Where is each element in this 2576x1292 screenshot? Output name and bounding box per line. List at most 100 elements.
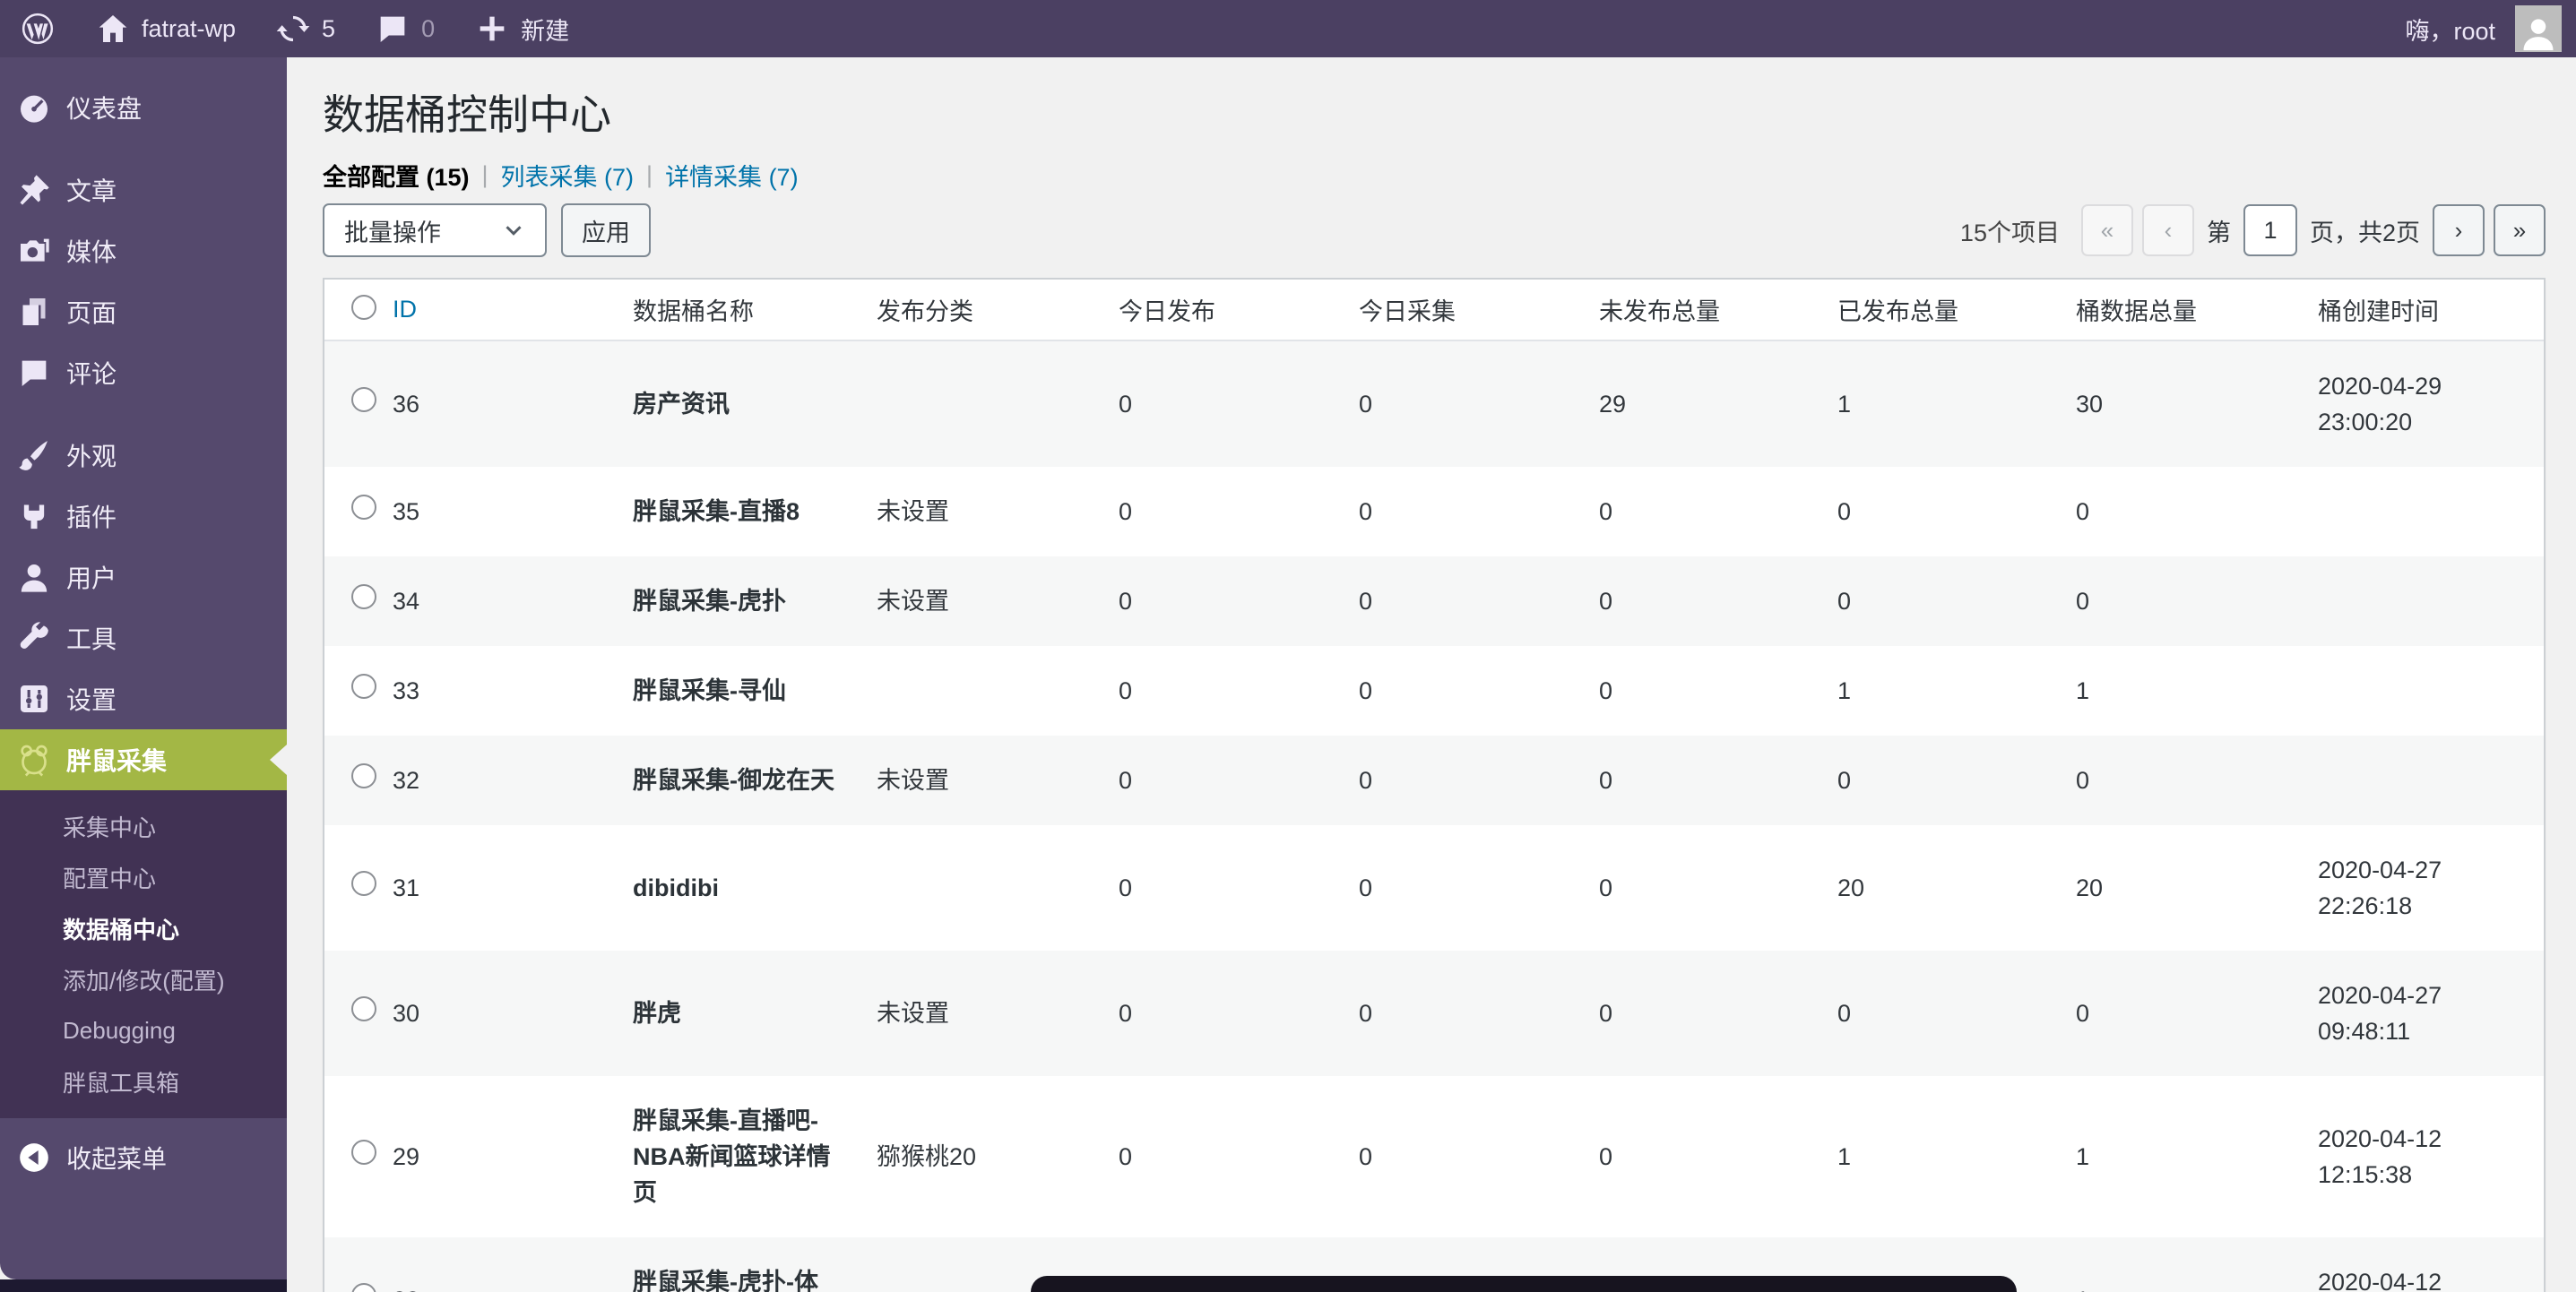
cell-name[interactable]: 胖虎 bbox=[615, 951, 859, 1076]
row-checkbox[interactable] bbox=[351, 996, 376, 1021]
chevron-down-icon bbox=[500, 217, 527, 244]
cell-id: 31 bbox=[375, 825, 615, 951]
cell-name[interactable]: 胖鼠采集-虎扑 bbox=[615, 556, 859, 646]
submenu-item-0[interactable]: 采集中心 bbox=[0, 801, 287, 852]
cell-total: 1 bbox=[2058, 1237, 2300, 1292]
items-count: 15个项目 bbox=[1960, 213, 2060, 248]
table-row-34: 34胖鼠采集-虎扑未设置00000 bbox=[324, 556, 2544, 646]
select-all-checkbox[interactable] bbox=[351, 295, 376, 320]
sidebar-item-4[interactable]: 评论 bbox=[0, 342, 287, 403]
media-icon bbox=[16, 233, 52, 269]
cell-total: 0 bbox=[2058, 951, 2300, 1076]
sidebar-item-5[interactable]: 外观 bbox=[0, 425, 287, 486]
new-label: 新建 bbox=[521, 12, 569, 47]
site-name-link[interactable]: fatrat-wp bbox=[75, 0, 255, 57]
current-page-input[interactable] bbox=[2243, 204, 2297, 256]
cell-unpublished: 0 bbox=[1581, 825, 1820, 951]
account-menu[interactable]: 嗨，root bbox=[2385, 0, 2501, 57]
cell-created: 2020-04-12 12:15:38 bbox=[2300, 1237, 2544, 1292]
page-title: 数据桶控制中心 bbox=[323, 82, 611, 142]
first-page-button[interactable]: « bbox=[2081, 204, 2133, 256]
sidebar-item-3[interactable]: 页面 bbox=[0, 281, 287, 342]
submenu-item-2[interactable]: 数据桶中心 bbox=[0, 903, 287, 954]
site-name: fatrat-wp bbox=[142, 15, 236, 43]
filter-link-1[interactable]: 列表采集 (7) bbox=[501, 158, 635, 193]
table-row-32: 32胖鼠采集-御龙在天未设置00000 bbox=[324, 736, 2544, 825]
cell-unpublished: 0 bbox=[1581, 736, 1820, 825]
bulk-actions-label: 批量操作 bbox=[344, 213, 441, 248]
cell-name[interactable]: 胖鼠采集-直播8 bbox=[615, 467, 859, 556]
column-header-today-collect: 今日采集 bbox=[1341, 280, 1581, 340]
cell-name[interactable]: 房产资讯 bbox=[615, 340, 859, 467]
filter-link-0[interactable]: 全部配置 (15) bbox=[323, 158, 470, 193]
row-checkbox[interactable] bbox=[351, 584, 376, 609]
bulk-actions-select[interactable]: 批量操作 bbox=[323, 203, 547, 257]
sidebar-item-6[interactable]: 插件 bbox=[0, 486, 287, 547]
row-checkbox[interactable] bbox=[351, 495, 376, 520]
row-checkbox[interactable] bbox=[351, 763, 376, 788]
cell-published: 1 bbox=[1820, 646, 2058, 736]
row-checkbox[interactable] bbox=[351, 1283, 376, 1292]
cell-published: 0 bbox=[1820, 556, 2058, 646]
column-header-published: 已发布总量 bbox=[1820, 280, 2058, 340]
cell-today_publish: 0 bbox=[1101, 825, 1341, 951]
column-header-unpublished: 未发布总量 bbox=[1581, 280, 1820, 340]
prev-page-button[interactable]: ‹ bbox=[2142, 204, 2194, 256]
cell-published: 1 bbox=[1820, 340, 2058, 467]
cell-name[interactable]: 胖鼠采集-御龙在天 bbox=[615, 736, 859, 825]
cell-today_publish: 0 bbox=[1101, 1076, 1341, 1237]
row-checkbox[interactable] bbox=[351, 674, 376, 699]
cell-today_collect: 0 bbox=[1341, 340, 1581, 467]
updates-count: 5 bbox=[322, 15, 335, 43]
cell-published: 1 bbox=[1820, 1076, 2058, 1237]
sidebar-item-8[interactable]: 工具 bbox=[0, 607, 287, 668]
filter-link-2[interactable]: 详情采集 (7) bbox=[665, 158, 799, 193]
submenu-item-1[interactable]: 配置中心 bbox=[0, 852, 287, 903]
cell-unpublished: 0 bbox=[1581, 467, 1820, 556]
cell-unpublished: 29 bbox=[1581, 340, 1820, 467]
wordpress-menu[interactable] bbox=[0, 0, 75, 57]
sidebar-item-fatrat-plugin[interactable]: 胖鼠采集 bbox=[0, 729, 287, 790]
table-row-30: 30胖虎未设置000002020-04-27 09:48:11 bbox=[324, 951, 2544, 1076]
column-header-name: 数据桶名称 bbox=[615, 280, 859, 340]
cell-today_publish: 0 bbox=[1101, 646, 1341, 736]
new-content-button[interactable]: 新建 bbox=[454, 0, 589, 57]
submenu-item-3[interactable]: 添加/修改(配置) bbox=[0, 954, 287, 1005]
submenu-item-5[interactable]: 胖鼠工具箱 bbox=[0, 1056, 287, 1107]
sidebar-item-label: 文章 bbox=[66, 172, 117, 208]
next-page-button[interactable]: › bbox=[2433, 204, 2485, 256]
sidebar-item-label: 设置 bbox=[66, 681, 117, 717]
cell-category bbox=[859, 825, 1101, 951]
column-header-id[interactable]: ID bbox=[393, 296, 417, 323]
last-page-button[interactable]: » bbox=[2494, 204, 2546, 256]
cell-name[interactable]: 胖鼠采集-直播吧-NBA新闻篮球详情页 bbox=[615, 1076, 859, 1237]
updates-indicator[interactable]: 5 bbox=[255, 0, 355, 57]
main-content: 数据桶控制中心 全部配置 (15)|列表采集 (7)|详情采集 (7) 批量操作… bbox=[287, 57, 2576, 1292]
sidebar-item-9[interactable]: 设置 bbox=[0, 668, 287, 729]
admin-menu: 仪表盘文章媒体页面评论外观插件用户工具设置 bbox=[0, 57, 287, 729]
cell-name[interactable]: 胖鼠采集-寻仙 bbox=[615, 646, 859, 736]
cell-created: 2020-04-12 12:15:38 bbox=[2300, 1076, 2544, 1237]
submenu-item-4[interactable]: Debugging bbox=[0, 1005, 287, 1056]
sidebar-item-2[interactable]: 媒体 bbox=[0, 220, 287, 281]
sidebar-item-7[interactable]: 用户 bbox=[0, 547, 287, 607]
greeting-text: 嗨，root bbox=[2405, 12, 2495, 47]
row-checkbox[interactable] bbox=[351, 1140, 376, 1165]
cell-id: 30 bbox=[375, 951, 615, 1076]
cell-category: 未设置 bbox=[859, 556, 1101, 646]
cell-name[interactable]: 胖鼠采集-虎扑-体育新闻详情页 bbox=[615, 1237, 859, 1292]
sidebar-item-0[interactable]: 仪表盘 bbox=[0, 77, 287, 138]
row-checkbox[interactable] bbox=[351, 871, 376, 896]
pagination: 15个项目 « ‹ 第 页，共2页 › » bbox=[1960, 204, 2546, 256]
comments-indicator[interactable]: 0 bbox=[355, 0, 454, 57]
cell-id: 28 bbox=[375, 1237, 615, 1292]
row-checkbox[interactable] bbox=[351, 387, 376, 412]
apply-button[interactable]: 应用 bbox=[561, 203, 651, 257]
cell-name[interactable]: dibidibi bbox=[615, 825, 859, 951]
collapse-menu-button[interactable]: 收起菜单 bbox=[0, 1127, 287, 1188]
admin-sidebar: 仪表盘文章媒体页面评论外观插件用户工具设置 胖鼠采集 采集中心配置中心数据桶中心… bbox=[0, 57, 287, 1279]
cell-total: 1 bbox=[2058, 646, 2300, 736]
sidebar-item-1[interactable]: 文章 bbox=[0, 159, 287, 220]
avatar[interactable] bbox=[2515, 5, 2562, 52]
page-prefix: 第 bbox=[2203, 213, 2235, 248]
